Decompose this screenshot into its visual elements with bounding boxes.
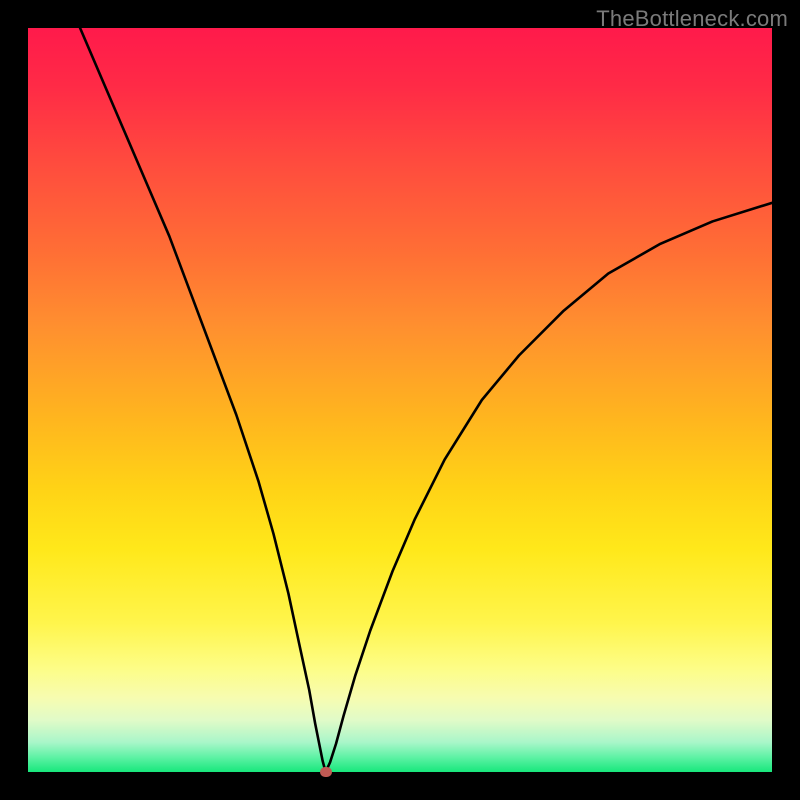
curve-minimum-marker — [320, 767, 332, 777]
bottleneck-curve — [28, 28, 772, 772]
chart-frame: TheBottleneck.com — [0, 0, 800, 800]
chart-plot-area — [28, 28, 772, 772]
